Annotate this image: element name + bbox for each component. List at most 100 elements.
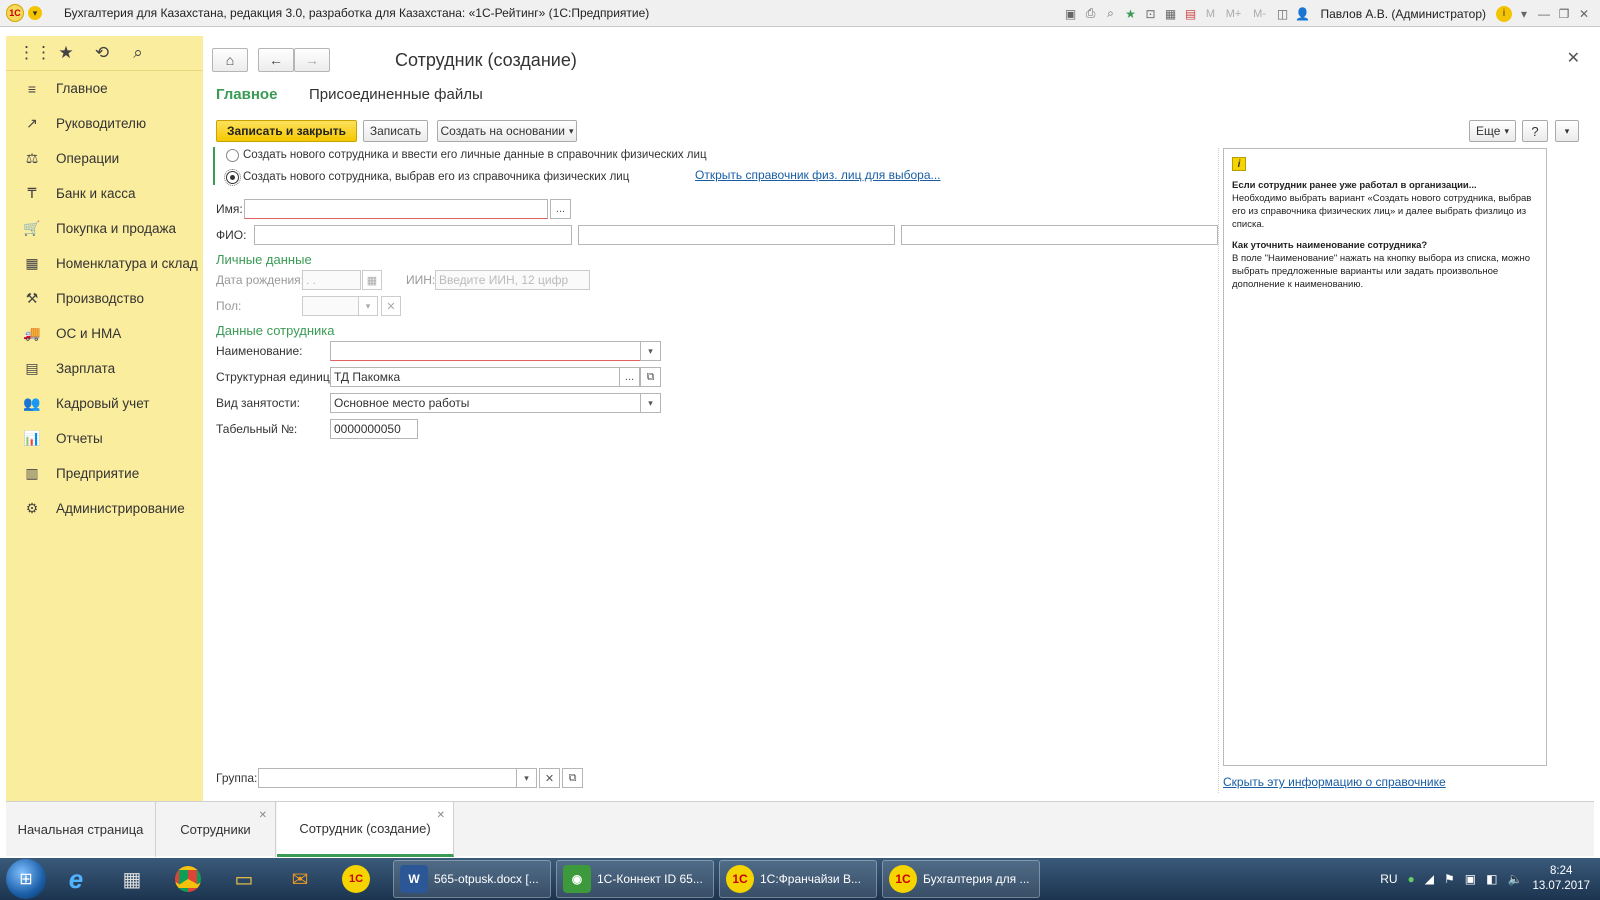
connection-icon[interactable]: ◢	[1425, 872, 1434, 886]
print-icon[interactable]: ⎙	[1083, 6, 1099, 22]
save-button[interactable]: Записать	[363, 120, 428, 142]
app-logo-icon[interactable]: 1С	[6, 4, 24, 22]
unit-open-icon[interactable]: ⧉	[640, 367, 661, 387]
volume-icon[interactable]: 🔈	[1507, 872, 1522, 886]
radio-create-new-person[interactable]	[226, 149, 239, 162]
history-icon[interactable]: ⟲	[90, 43, 114, 63]
memory-mminus-icon[interactable]: M-	[1249, 6, 1271, 22]
calendar-icon[interactable]: ▦	[362, 270, 382, 290]
name-input[interactable]	[244, 199, 548, 219]
display-icon[interactable]: ◧	[1486, 872, 1497, 886]
tab-attached-files[interactable]: Присоединенные файлы	[309, 86, 483, 103]
main-menu-icon[interactable]: ▾	[28, 6, 42, 20]
group-open-icon[interactable]: ⧉	[562, 768, 583, 788]
sidebar-item-8[interactable]: ▤ Зарплата	[6, 351, 203, 386]
panels-icon[interactable]: ◫	[1275, 6, 1291, 22]
employment-select[interactable]: Основное место работы	[330, 393, 641, 413]
calendar-icon[interactable]: ▤	[1183, 6, 1199, 22]
gender-clear-icon[interactable]: ✕	[381, 296, 401, 316]
group-dropdown-icon[interactable]: ▾	[516, 768, 537, 788]
open-persons-directory-link[interactable]: Открыть справочник физ. лиц для выбора..…	[695, 168, 941, 182]
hide-info-link[interactable]: Скрыть эту информацию о справочнике	[1223, 775, 1446, 789]
tab-employee-create[interactable]: Сотрудник (создание) ✕	[277, 802, 454, 857]
sidebar-item-10[interactable]: 📊 Отчеты	[6, 421, 203, 456]
group-clear-icon[interactable]: ✕	[539, 768, 560, 788]
ie-icon[interactable]: e	[50, 859, 102, 899]
title-input[interactable]	[330, 341, 641, 361]
links-icon[interactable]: ⊡	[1143, 6, 1159, 22]
help-button[interactable]: ?	[1522, 120, 1548, 142]
more-button[interactable]: Еще ▾	[1469, 120, 1516, 142]
network-user-icon[interactable]: ●	[1408, 872, 1415, 886]
panel-divider[interactable]	[1218, 148, 1219, 793]
monitor-icon[interactable]: ▣	[1465, 872, 1476, 886]
save-and-close-button[interactable]: Записать и закрыть	[216, 120, 357, 142]
fio-surname-input[interactable]	[254, 225, 572, 245]
save-icon[interactable]: ▣	[1063, 6, 1079, 22]
tabnum-input[interactable]: 0000000050	[330, 419, 418, 439]
create-based-on-button[interactable]: Создать на основании ▾	[437, 120, 577, 142]
tab-home-page[interactable]: Начальная страница	[6, 802, 156, 857]
tab-main[interactable]: Главное	[216, 86, 277, 103]
preview-icon[interactable]: ⌕	[1103, 6, 1119, 22]
fio-patronymic-input[interactable]	[901, 225, 1218, 245]
close-tab-icon[interactable]: ✕	[259, 810, 267, 821]
sidebar-item-1[interactable]: ↗ Руководителю	[6, 106, 203, 141]
calculator-icon[interactable]: ▦	[106, 859, 158, 899]
radio-choose-existing-person[interactable]	[224, 169, 241, 186]
name-select-button[interactable]: ...	[550, 199, 571, 219]
sidebar-item-2[interactable]: ⚖ Операции	[6, 141, 203, 176]
current-user[interactable]: Павлов А.В. (Администратор)	[1321, 7, 1487, 21]
title-dropdown-icon[interactable]: ▾	[640, 341, 661, 361]
home-button[interactable]: ⌂	[212, 48, 248, 72]
employment-dropdown-icon[interactable]: ▾	[640, 393, 661, 413]
sidebar-item-9[interactable]: 👥 Кадровый учет	[6, 386, 203, 421]
close-form-icon[interactable]: ✕	[1567, 48, 1580, 68]
taskbar-task[interactable]: ◉ 1С-Коннект ID 65...	[556, 860, 714, 898]
sidebar-item-6[interactable]: ⚒ Производство	[6, 281, 203, 316]
gender-dropdown-icon[interactable]: ▾	[358, 296, 378, 316]
group-input[interactable]	[258, 768, 517, 788]
iin-input[interactable]: Введите ИИН, 12 цифр	[435, 270, 590, 290]
star-icon[interactable]: ★	[54, 43, 78, 63]
close-tab-icon[interactable]: ✕	[437, 810, 445, 821]
restore-icon[interactable]: ❐	[1556, 6, 1572, 22]
calculator-icon[interactable]: ▦	[1163, 6, 1179, 22]
explorer-icon[interactable]: ▭	[218, 859, 270, 899]
start-button[interactable]: ⊞	[6, 859, 46, 899]
memory-m-icon[interactable]: M	[1203, 6, 1219, 22]
taskbar-task[interactable]: 1С 1С:Франчайзи В...	[719, 860, 877, 898]
sidebar-item-3[interactable]: ₸ Банк и касса	[6, 176, 203, 211]
sidebar-item-11[interactable]: ▥ Предприятие	[6, 456, 203, 491]
forward-button[interactable]: →	[294, 48, 330, 72]
taskbar-task[interactable]: 1С Бухгалтерия для ...	[882, 860, 1040, 898]
unit-input[interactable]: ТД Пакомка	[330, 367, 620, 387]
sidebar-item-0[interactable]: ≡ Главное	[6, 71, 203, 106]
tab-employees[interactable]: Сотрудники ✕	[156, 802, 276, 857]
close-window-icon[interactable]: ✕	[1576, 6, 1592, 22]
clock[interactable]: 8:24 13.07.2017	[1532, 864, 1590, 894]
apps-grid-icon[interactable]: ⋮⋮	[18, 43, 52, 63]
info-icon[interactable]: i	[1496, 5, 1512, 22]
panel-menu-button[interactable]: ▾	[1555, 120, 1579, 142]
language-indicator[interactable]: RU	[1380, 872, 1397, 886]
favorites-icon[interactable]: ★	[1123, 6, 1139, 22]
sidebar-item-5[interactable]: ▦ Номенклатура и склад	[6, 246, 203, 281]
sidebar-item-7[interactable]: 🚚 ОС и НМА	[6, 316, 203, 351]
sidebar-item-12[interactable]: ⚙ Администрирование	[6, 491, 203, 526]
radio-create-new-person-label[interactable]: Создать нового сотрудника и ввести его л…	[243, 149, 707, 161]
taskbar-task[interactable]: W 565-otpusk.docx [...	[393, 860, 551, 898]
onec-icon[interactable]: 1С	[330, 859, 382, 899]
gender-select[interactable]	[302, 296, 359, 316]
chevron-down-icon[interactable]: ▾	[1516, 6, 1532, 22]
outlook-icon[interactable]: ✉	[274, 859, 326, 899]
unit-select-button[interactable]: ...	[619, 367, 640, 387]
search-icon[interactable]: ⌕	[126, 43, 150, 63]
radio-choose-existing-person-label[interactable]: Создать нового сотрудника, выбрав его из…	[243, 171, 629, 183]
flag-icon[interactable]: ⚑	[1444, 872, 1455, 886]
back-button[interactable]: ←	[258, 48, 294, 72]
fio-firstname-input[interactable]	[578, 225, 895, 245]
memory-mplus-icon[interactable]: M+	[1223, 6, 1245, 22]
sidebar-item-4[interactable]: 🛒 Покупка и продажа	[6, 211, 203, 246]
chrome-icon[interactable]	[162, 859, 214, 899]
